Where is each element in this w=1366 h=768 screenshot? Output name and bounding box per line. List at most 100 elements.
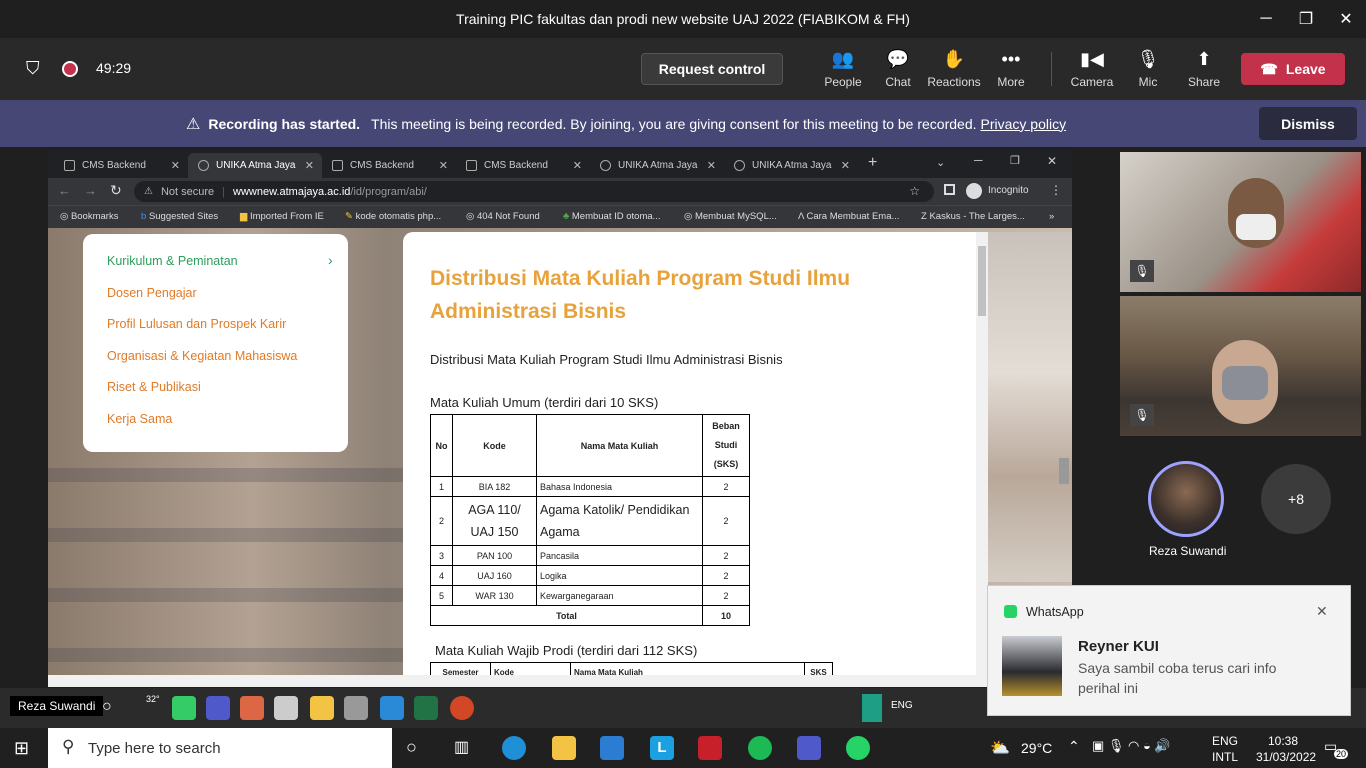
whatsapp-icon[interactable] bbox=[846, 736, 870, 760]
app-icon[interactable]: L bbox=[650, 736, 674, 760]
taskbar-search-input[interactable]: ⚲ Type here to search bbox=[48, 728, 392, 768]
close-icon[interactable]: ✕ bbox=[1326, 0, 1366, 38]
window-titlebar: Training PIC fakultas dan prodi new webs… bbox=[0, 0, 1366, 38]
task-view-icon[interactable]: ▥ bbox=[454, 737, 469, 757]
browser-close-icon[interactable]: ✕ bbox=[1047, 154, 1057, 168]
bookmark-item[interactable]: ▆ Imported From IE bbox=[240, 211, 324, 222]
outer-scrollbar-thumb[interactable] bbox=[1059, 458, 1069, 484]
browser-minimize-icon[interactable]: ─ bbox=[974, 153, 983, 167]
new-tab-icon[interactable]: + bbox=[868, 154, 877, 172]
close-tab-icon[interactable]: ✕ bbox=[171, 159, 180, 172]
bookmark-item[interactable]: b Suggested Sites bbox=[141, 211, 218, 222]
bookmark-item[interactable]: ✎ kode otomatis php... bbox=[345, 211, 441, 222]
chevron-up-icon[interactable]: ⌃ bbox=[1068, 738, 1080, 755]
table-header: Beban Studi (SKS) bbox=[702, 414, 750, 477]
close-tab-icon[interactable]: ✕ bbox=[573, 159, 582, 172]
menu-item-profil[interactable]: Profil Lulusan dan Prospek Karir bbox=[107, 317, 286, 331]
file-explorer-icon[interactable] bbox=[552, 736, 576, 760]
reactions-icon: ✋ bbox=[942, 49, 966, 69]
browser-tab[interactable]: UNIKA Atma Jaya ✕ bbox=[724, 153, 858, 178]
minimize-icon[interactable]: ─ bbox=[1246, 0, 1286, 38]
spotify-icon[interactable] bbox=[748, 736, 772, 760]
edge-icon[interactable] bbox=[502, 736, 526, 760]
bookmark-item[interactable]: ♣ Membuat ID otoma... bbox=[563, 211, 661, 222]
camera-button[interactable]: ▮◀ Camera bbox=[1064, 38, 1120, 100]
scrollbar-thumb[interactable] bbox=[978, 246, 986, 316]
reactions-button[interactable]: ✋ Reactions bbox=[926, 38, 982, 100]
dismiss-button[interactable]: Dismiss bbox=[1259, 107, 1357, 140]
tray-icons[interactable]: ▣ 🎙 ◠ ◒ 🔊 bbox=[1092, 738, 1171, 754]
forward-icon[interactable]: → bbox=[84, 183, 97, 198]
language-indicator[interactable]: ENG INTL bbox=[1212, 733, 1238, 765]
bookmark-item[interactable]: ◎ 404 Not Found bbox=[466, 211, 540, 222]
chat-icon: 💬 bbox=[886, 49, 910, 69]
participant-video[interactable]: 🎙 bbox=[1120, 296, 1361, 436]
menu-icon[interactable]: ⋮ bbox=[1050, 183, 1062, 197]
menu-item-dosen[interactable]: Dosen Pengajar bbox=[107, 286, 197, 300]
table-header: No bbox=[430, 414, 453, 477]
chat-button[interactable]: 💬 Chat bbox=[870, 38, 926, 100]
close-tab-icon[interactable]: ✕ bbox=[439, 159, 448, 172]
recording-icon bbox=[62, 61, 78, 77]
notification-sender: Reyner KUI bbox=[1078, 638, 1159, 655]
bookmark-item[interactable]: ◎ Bookmarks bbox=[60, 211, 118, 222]
browser-tab[interactable]: CMS Backend ✕ bbox=[456, 153, 590, 178]
bookmark-label: Membuat ID otoma... bbox=[571, 211, 661, 222]
browser-tab-active[interactable]: UNIKA Atma Jaya ✕ bbox=[188, 153, 322, 178]
browser-restore-icon[interactable]: ❐ bbox=[1010, 154, 1020, 167]
weather-temp: 32° bbox=[146, 694, 160, 704]
url-input[interactable]: ⚠ Not secure | wwwnew.atmajaya.ac.id/id/… bbox=[134, 181, 934, 202]
bookmark-item[interactable]: Z Kaskus - The Larges... bbox=[921, 211, 1025, 222]
table-cell: UAJ 160 bbox=[452, 565, 537, 586]
chevron-right-icon: › bbox=[328, 252, 333, 268]
menu-item-kerjasama[interactable]: Kerja Sama bbox=[107, 412, 172, 426]
close-tab-icon[interactable]: ✕ bbox=[305, 159, 314, 172]
browser-tab[interactable]: CMS Backend ✕ bbox=[322, 153, 456, 178]
table-cell: 2 bbox=[702, 496, 750, 546]
close-tab-icon[interactable]: ✕ bbox=[841, 159, 850, 172]
table-header: Nama Mata Kuliah bbox=[536, 414, 703, 477]
cortana-icon[interactable]: ○ bbox=[406, 737, 417, 758]
clock[interactable]: 10:38 31/03/2022 bbox=[1256, 733, 1316, 765]
table-cell: 3 bbox=[430, 545, 453, 566]
star-icon[interactable]: ☆ bbox=[909, 184, 920, 198]
close-icon[interactable]: ✕ bbox=[1316, 603, 1328, 620]
teams-icon[interactable] bbox=[797, 736, 821, 760]
incognito-icon bbox=[966, 183, 982, 199]
close-tab-icon[interactable]: ✕ bbox=[707, 159, 716, 172]
request-control-button[interactable]: Request control bbox=[641, 53, 783, 85]
more-button[interactable]: ••• More bbox=[983, 38, 1039, 100]
menu-item-riset[interactable]: Riset & Publikasi bbox=[107, 380, 201, 394]
maximize-icon[interactable]: ❐ bbox=[1286, 0, 1326, 38]
leave-button[interactable]: ☎ Leave bbox=[1241, 53, 1345, 85]
mcafee-icon[interactable] bbox=[698, 736, 722, 760]
tab-search-icon[interactable]: ⌄ bbox=[936, 156, 945, 169]
bookmark-item[interactable]: Λ Cara Membuat Ema... bbox=[798, 211, 899, 222]
browser-tab[interactable]: UNIKA Atma Jaya ✕ bbox=[590, 153, 724, 178]
more-bookmarks-icon[interactable]: » bbox=[1049, 211, 1054, 222]
windows-start-icon[interactable]: ⊞ bbox=[14, 738, 29, 759]
folder-icon bbox=[310, 696, 334, 720]
mail-icon[interactable] bbox=[600, 736, 624, 760]
whatsapp-notification[interactable]: WhatsApp ✕ Reyner KUI Saya sambil coba t… bbox=[987, 585, 1351, 716]
people-button[interactable]: 👥 People bbox=[815, 38, 871, 100]
reading-list-icon[interactable] bbox=[944, 184, 955, 195]
horizontal-scrollbar[interactable] bbox=[48, 675, 1072, 687]
back-icon[interactable]: ← bbox=[58, 183, 71, 198]
privacy-policy-link[interactable]: Privacy policy bbox=[981, 116, 1067, 132]
table-cell: 4 bbox=[430, 565, 453, 586]
menu-item-organisasi[interactable]: Organisasi & Kegiatan Mahasiswa bbox=[107, 349, 297, 363]
share-button[interactable]: ⬆ Share bbox=[1176, 38, 1232, 100]
browser-tab[interactable]: CMS Backend ✕ bbox=[54, 153, 188, 178]
avatar[interactable] bbox=[1148, 461, 1224, 537]
excel-icon bbox=[414, 696, 438, 720]
table-cell: Logika bbox=[536, 565, 703, 586]
menu-item-kurikulum[interactable]: Kurikulum & Peminatan bbox=[107, 254, 238, 268]
participant-video[interactable]: 🎙 bbox=[1120, 152, 1361, 292]
table-cell: 2 bbox=[430, 496, 453, 546]
share-label: Share bbox=[1187, 75, 1221, 89]
more-participants-button[interactable]: +8 bbox=[1261, 464, 1331, 534]
mic-button[interactable]: 🎙 Mic bbox=[1120, 38, 1176, 100]
bookmark-item[interactable]: ◎ Membuat MySQL... bbox=[684, 211, 777, 222]
reload-icon[interactable]: ↻ bbox=[110, 182, 122, 199]
